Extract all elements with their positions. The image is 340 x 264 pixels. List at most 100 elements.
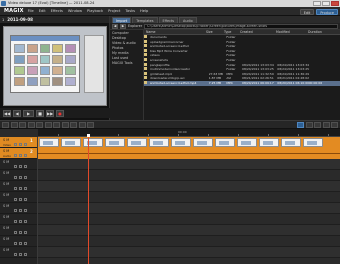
split-icon[interactable]: [36, 121, 43, 128]
video-clip[interactable]: [38, 137, 340, 148]
audio-clip[interactable]: [38, 148, 340, 159]
track-option-icon[interactable]: [14, 253, 17, 256]
track-header[interactable]: S M: [0, 170, 37, 181]
record-button[interactable]: ●: [56, 109, 64, 117]
track-solo-mute[interactable]: S M: [3, 171, 9, 175]
minimize-button[interactable]: [313, 1, 321, 6]
track-option-icon[interactable]: [14, 209, 17, 212]
playhead-cursor[interactable]: [88, 137, 89, 264]
track-solo-mute[interactable]: S M: [3, 138, 9, 142]
track-header[interactable]: S M: [0, 236, 37, 247]
cut-icon[interactable]: [27, 121, 35, 128]
column-created[interactable]: Created: [240, 30, 276, 34]
track-option-icon[interactable]: [19, 242, 22, 245]
menu-playback[interactable]: Playback: [87, 9, 103, 13]
track-option-icon[interactable]: [24, 143, 27, 146]
track-option-icon[interactable]: [14, 231, 17, 234]
tree-item[interactable]: MAGIX Tools: [112, 61, 141, 66]
track-header[interactable]: S M: [0, 192, 37, 203]
path-field[interactable]: C:\Users\admin\Desktop\Backup folder\Scr…: [144, 23, 338, 29]
track-option-icon[interactable]: [14, 143, 17, 146]
mixer-icon[interactable]: [322, 121, 330, 128]
track-lane[interactable]: [38, 170, 340, 181]
track-option-icon[interactable]: [19, 143, 22, 146]
rewind-button[interactable]: ◀◀: [3, 109, 11, 117]
track-solo-mute[interactable]: S M: [3, 160, 9, 164]
track-option-icon[interactable]: [19, 220, 22, 223]
track-option-icon[interactable]: [24, 231, 27, 234]
track-lane[interactable]: [38, 137, 340, 148]
track-option-icon[interactable]: [19, 253, 22, 256]
track-header[interactable]: S M: [0, 225, 37, 236]
fast-forward-button[interactable]: ▶▶: [46, 109, 54, 117]
marker-icon[interactable]: [44, 121, 52, 128]
forward-button[interactable]: ▶: [120, 23, 126, 29]
track-option-icon[interactable]: [14, 154, 17, 157]
group-icon[interactable]: [53, 121, 60, 128]
maximize-button[interactable]: [322, 1, 330, 6]
magnet-icon[interactable]: [70, 121, 77, 128]
track-option-icon[interactable]: [19, 176, 22, 179]
track-option-icon[interactable]: [19, 209, 22, 212]
track-header[interactable]: S M 1 Video: [0, 137, 37, 148]
track-option-icon[interactable]: [14, 165, 17, 168]
tab-effects[interactable]: Effects: [158, 17, 179, 23]
stop-button[interactable]: ■: [36, 109, 44, 117]
redo-icon[interactable]: [10, 121, 18, 128]
track-header[interactable]: S M: [0, 247, 37, 258]
track-solo-mute[interactable]: S M: [3, 226, 9, 230]
track-lane[interactable]: [38, 181, 340, 192]
track-solo-mute[interactable]: S M: [3, 215, 9, 219]
track-option-icon[interactable]: [19, 165, 22, 168]
track-option-icon[interactable]: [19, 231, 22, 234]
track-option-icon[interactable]: [14, 198, 17, 201]
track-lane[interactable]: [38, 236, 340, 247]
track-option-icon[interactable]: [19, 154, 22, 157]
track-option-icon[interactable]: [14, 187, 17, 190]
video-preview[interactable]: [3, 26, 107, 106]
track-header[interactable]: S M: [0, 214, 37, 225]
menu-effects[interactable]: Effects: [51, 9, 63, 13]
column-modified[interactable]: Modified: [276, 30, 308, 34]
track-solo-mute[interactable]: S M: [3, 193, 9, 197]
track-option-icon[interactable]: [19, 187, 22, 190]
tab-templates[interactable]: Templates: [132, 17, 158, 23]
track-lane[interactable]: [38, 159, 340, 170]
track-solo-mute[interactable]: S M: [3, 204, 9, 208]
track-option-icon[interactable]: [24, 187, 27, 190]
file-row[interactable]: snmboted-screencd-sdfsd.mp4 7.25 MB MP4 08/…: [144, 80, 340, 86]
settings-icon[interactable]: [331, 121, 338, 128]
track-header[interactable]: S M: [0, 181, 37, 192]
track-option-icon[interactable]: [24, 198, 27, 201]
produce-button[interactable]: Produce: [316, 8, 338, 15]
column-size[interactable]: Size: [206, 30, 224, 34]
menu-help[interactable]: Help: [140, 9, 148, 13]
back-button[interactable]: ◀: [112, 23, 118, 29]
prev-frame-button[interactable]: ◀: [13, 109, 21, 117]
edit-mode-button[interactable]: Edit: [299, 8, 315, 15]
column-name[interactable]: Name: [144, 30, 206, 34]
track-lane[interactable]: [38, 225, 340, 236]
zoom-out-icon[interactable]: [87, 121, 94, 128]
timeline-ruler[interactable]: 00:00: [38, 129, 340, 137]
track-option-icon[interactable]: [24, 154, 27, 157]
track-header[interactable]: S M: [0, 203, 37, 214]
track-lane[interactable]: [38, 148, 340, 159]
track-option-icon[interactable]: [14, 242, 17, 245]
undo-icon[interactable]: [2, 121, 9, 128]
tab-import[interactable]: Import: [112, 17, 132, 23]
track-lane[interactable]: [38, 214, 340, 225]
track-header[interactable]: S M: [0, 159, 37, 170]
menu-file[interactable]: File: [28, 9, 34, 13]
delete-icon[interactable]: [19, 121, 26, 128]
ungroup-icon[interactable]: [61, 121, 69, 128]
track-option-icon[interactable]: [24, 165, 27, 168]
track-lane[interactable]: [38, 192, 340, 203]
track-solo-mute[interactable]: S M: [3, 182, 9, 186]
menu-window[interactable]: Window: [68, 9, 82, 13]
track-solo-mute[interactable]: S M: [3, 237, 9, 241]
track-option-icon[interactable]: [24, 176, 27, 179]
track-option-icon[interactable]: [14, 176, 17, 179]
track-option-icon[interactable]: [24, 220, 27, 223]
tab-audio[interactable]: Audio: [179, 17, 197, 23]
